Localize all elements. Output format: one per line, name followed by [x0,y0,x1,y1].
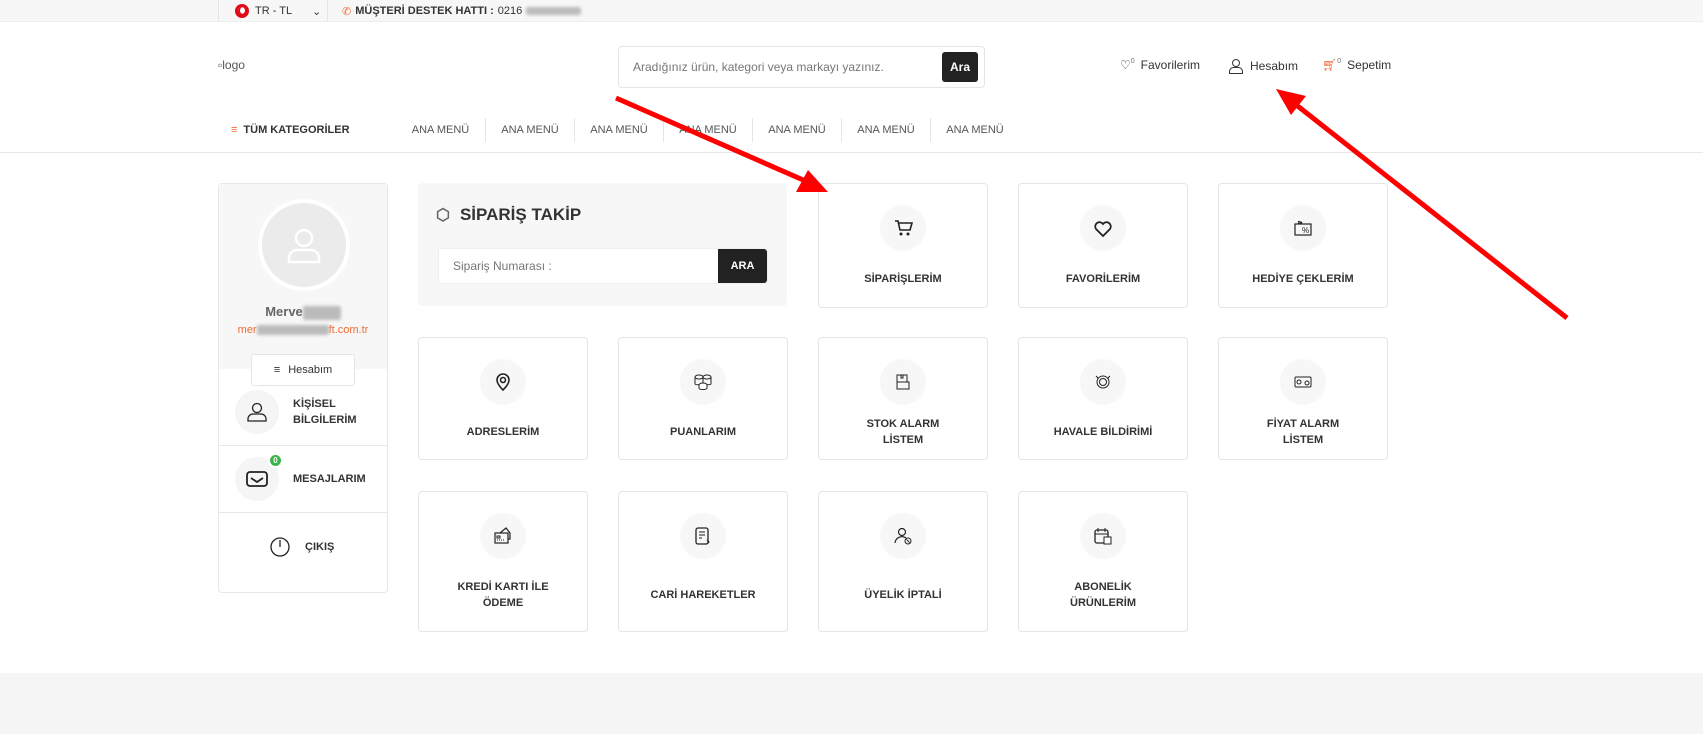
stock-box-icon [880,359,926,405]
account-card-coins[interactable]: PUANLARIM [618,337,788,460]
box-icon: ⬡ [436,207,450,224]
nav-item[interactable]: ANA MENÜ [485,118,574,142]
gift-voucher-icon: % [1280,205,1326,251]
card-label: PUANLARIM [670,426,736,438]
support-line: ✆ MÜŞTERİ DESTEK HATTI : 0216 [342,0,582,22]
price-tag-icon [1280,359,1326,405]
order-tracking-panel: ⬡SİPARİŞ TAKİP ARA [418,183,787,306]
sidebar-item-personal-info[interactable]: KİŞİSEL BİLGİLERİM [219,379,387,446]
card-label: SİPARİŞLERİM [864,273,942,285]
account-card-stock-box[interactable]: STOK ALARM LİSTEM [818,337,988,460]
logo-alt-text: logo [222,58,245,72]
nav-item[interactable]: ANA MENÜ [841,118,930,142]
user-cancel-icon [880,513,926,559]
cart-label: Sepetim [1347,58,1392,72]
order-number-field: ARA [438,248,768,284]
message-count-badge: 0 [268,453,283,468]
card-label: FAVORİLERİM [1065,273,1141,285]
account-card-user-cancel[interactable]: ÜYELİK İPTALİ [818,491,988,632]
profile-panel: Merve mer ft.com.tr ≡ Hesabım [219,184,387,386]
hamburger-icon: ≡ [231,124,238,136]
credit-card-icon [480,513,526,559]
account-card-heart[interactable]: FAVORİLERİM [1018,183,1188,308]
cart-count: 0 [1337,57,1342,65]
hamburger-icon: ≡ [273,364,281,376]
heart-icon: ♡ [1120,58,1131,72]
account-card-money-transfer[interactable]: HAVALE BİLDİRİMİ [1018,337,1188,460]
redacted-phone [526,7,582,15]
user-email: mer ft.com.tr [237,324,369,336]
card-label: HEDİYE ÇEKLERİM [1252,273,1354,285]
search-bar: Ara [618,46,985,88]
logo[interactable]: ▫logo [218,58,245,72]
account-card-credit-card[interactable]: KREDİ KARTI İLE ÖDEME [418,491,588,632]
language-currency-selector[interactable]: TR - TL ⌄ [218,0,328,22]
user-icon [287,228,321,264]
user-name: Merve [219,304,387,320]
turkey-flag-icon [235,4,249,18]
account-label: Hesabım [1250,59,1299,73]
coins-icon [680,359,726,405]
search-button[interactable]: Ara [942,52,978,82]
phone-icon: ✆ [342,5,352,18]
card-label: KREDİ KARTI İLE ÖDEME [457,581,549,609]
search-input[interactable] [619,60,942,74]
svg-text:%: % [1302,226,1309,235]
nav-item[interactable]: ANA MENÜ [396,118,485,142]
cart-link[interactable]: 🛒︎ 0 Sepetim [1322,57,1392,73]
card-label: ÜYELİK İPTALİ [864,589,942,601]
chevron-down-icon: ⌄ [312,5,322,18]
nav-item[interactable]: ANA MENÜ [930,118,1019,142]
order-number-input[interactable] [439,249,718,283]
order-search-button[interactable]: ARA [718,249,767,283]
statement-icon [680,513,726,559]
account-card-price-tag[interactable]: FİYAT ALARM LİSTEM [1218,337,1388,460]
sidebar-item-messages[interactable]: 0 MESAJLARIM [219,446,387,513]
card-label: STOK ALARM LİSTEM [866,418,940,446]
account-card-calendar[interactable]: ABONELİK ÜRÜNLERİM [1018,491,1188,632]
card-label: FİYAT ALARM LİSTEM [1266,418,1340,446]
user-icon [1229,59,1243,74]
favorites-count: 0 [1130,57,1135,65]
all-categories-menu[interactable]: ≡ TÜM KATEGORİLER [231,124,350,136]
nav-item[interactable]: ANA MENÜ [574,118,663,142]
support-phone: 0216 [497,5,523,17]
money-transfer-icon [1080,359,1126,405]
all-categories-label: TÜM KATEGORİLER [243,124,350,136]
avatar [258,199,350,291]
top-bar: TR - TL ⌄ ✆ MÜŞTERİ DESTEK HATTI : 0216 [0,0,1703,22]
nav-item[interactable]: ANA MENÜ [663,118,752,142]
cart-icon: 🛒︎ [1322,58,1338,72]
language-label: TR - TL [255,5,293,17]
account-sidebar: Merve mer ft.com.tr ≡ Hesabım KİŞİSEL BİLG… [218,183,388,593]
account-card-cart[interactable]: SİPARİŞLERİM [818,183,988,308]
cart-icon [880,205,926,251]
card-label: HAVALE BİLDİRİMİ [1053,426,1153,438]
main-nav: ≡ TÜM KATEGORİLER ANA MENÜ ANA MENÜ ANA … [0,114,1703,153]
order-tracking-title: ⬡ SİPARİŞ TAKİP [436,205,582,224]
sidebar-item-logout[interactable]: ÇIKIŞ [219,513,387,580]
account-link[interactable]: Hesabım [1228,58,1298,74]
support-label: MÜŞTERİ DESTEK HATTI : [355,5,494,17]
card-label: ABONELİK ÜRÜNLERİM [1070,581,1136,609]
account-card-statement[interactable]: CARİ HAREKETLER [618,491,788,632]
menu-items: ANA MENÜ ANA MENÜ ANA MENÜ ANA MENÜ ANA … [396,118,1019,142]
favorites-link[interactable]: ♡ 0 Favorilerim [1120,57,1201,73]
heart-icon [1080,205,1126,251]
mail-icon: 0 [235,453,283,501]
footer [0,673,1703,734]
account-card-gift-voucher[interactable]: % HEDİYE ÇEKLERİM [1218,183,1388,308]
location-pin-icon [480,359,526,405]
power-icon [270,536,290,557]
calendar-icon [1080,513,1126,559]
user-icon [235,390,279,434]
nav-item[interactable]: ANA MENÜ [752,118,841,142]
card-label: CARİ HAREKETLER [650,589,756,601]
account-card-location-pin[interactable]: ADRESLERİM [418,337,588,460]
card-label: ADRESLERİM [466,426,540,438]
favorites-label: Favorilerim [1140,58,1201,72]
